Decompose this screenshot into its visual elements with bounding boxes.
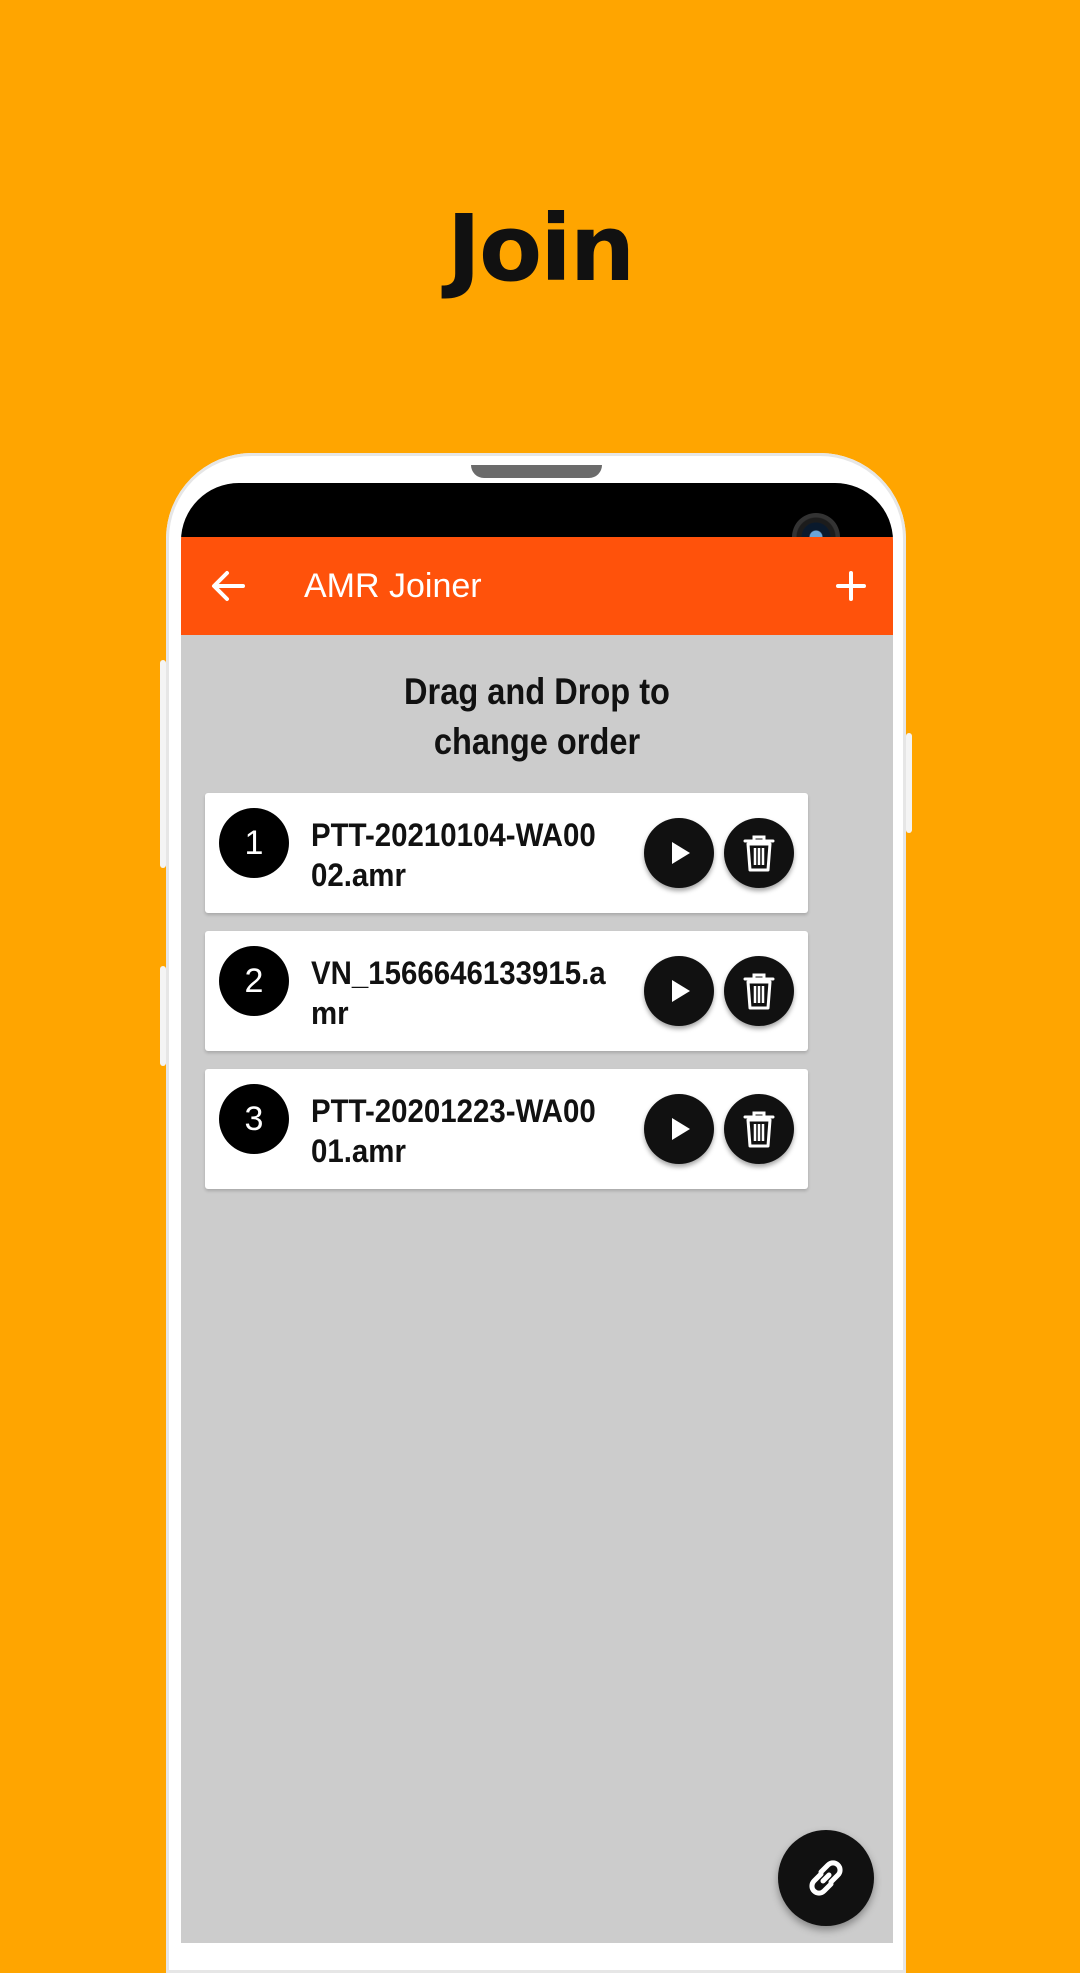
file-name: PTT-20210104-WA0002.amr [311, 817, 596, 893]
phone-side-button [160, 966, 166, 1066]
delete-button[interactable] [724, 818, 794, 888]
link-icon [809, 1860, 843, 1896]
instruction-line: change order [433, 721, 641, 762]
trash-icon [743, 835, 775, 872]
play-button[interactable] [644, 956, 714, 1026]
order-number-badge: 1 [219, 808, 289, 878]
arrow-left-icon [212, 571, 245, 601]
file-name: PTT-20201223-WA0001.amr [311, 1093, 596, 1169]
app-bar: AMR Joiner [181, 537, 893, 635]
play-icon [672, 842, 690, 864]
instruction-text: Drag and Drop to change order [224, 667, 851, 767]
order-number-badge: 2 [219, 946, 289, 1016]
app-title: AMR Joiner [304, 567, 482, 605]
play-button[interactable] [644, 1094, 714, 1164]
delete-button[interactable] [724, 1094, 794, 1164]
add-file-button[interactable] [827, 562, 875, 610]
plus-icon [836, 571, 866, 601]
file-card[interactable]: 3 PTT-20201223-WA0001.amr [205, 1069, 808, 1189]
play-icon [672, 980, 690, 1002]
play-button[interactable] [644, 818, 714, 888]
back-button[interactable] [205, 562, 253, 610]
promo-title: Join [446, 195, 635, 302]
order-number-badge: 3 [219, 1084, 289, 1154]
play-icon [672, 1118, 690, 1140]
file-list: 1 PTT-20210104-WA0002.amr 2 VN_156664613… [205, 793, 808, 1207]
file-name: VN_1566646133915.amr [311, 955, 606, 1031]
status-bar [181, 483, 893, 537]
phone-side-button [160, 660, 166, 868]
delete-button[interactable] [724, 956, 794, 1026]
phone-side-button [906, 733, 912, 833]
instruction-line: Drag and Drop to [404, 671, 670, 712]
join-fab-button[interactable] [778, 1830, 874, 1926]
trash-icon [743, 1111, 775, 1148]
file-card[interactable]: 1 PTT-20210104-WA0002.amr [205, 793, 808, 913]
app-screen: AMR Joiner Drag and Drop to change order… [181, 483, 893, 1943]
file-card[interactable]: 2 VN_1566646133915.amr [205, 931, 808, 1051]
phone-speaker [471, 465, 602, 478]
trash-icon [743, 973, 775, 1010]
